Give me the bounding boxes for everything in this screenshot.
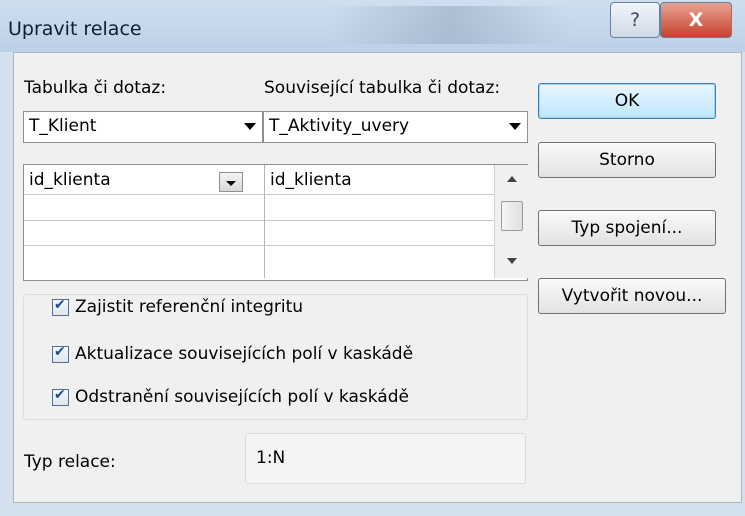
related-table-label: Související tabulka či dotaz: xyxy=(264,78,501,98)
scroll-thumb[interactable] xyxy=(501,201,523,231)
cell-dropdown-icon[interactable] xyxy=(219,172,243,192)
referential-integrity-option[interactable]: Zajistit referenční integritu xyxy=(52,296,303,318)
ok-button[interactable]: OK xyxy=(538,83,716,119)
background-window-blur xyxy=(330,6,570,44)
grid-cell-left[interactable] xyxy=(29,197,259,217)
edit-relationships-dialog: Upravit relace ? X Tabulka či dotaz: Sou… xyxy=(0,0,745,516)
scroll-up-arrow-icon[interactable] xyxy=(507,176,517,182)
referential-integrity-label: Zajistit referenční integritu xyxy=(75,297,304,317)
help-button[interactable]: ? xyxy=(610,2,660,38)
scroll-down-arrow-icon[interactable] xyxy=(507,258,517,264)
cascade-delete-checkbox[interactable] xyxy=(52,387,69,406)
chevron-down-icon xyxy=(244,123,256,130)
chevron-down-icon xyxy=(509,123,521,130)
cancel-button[interactable]: Storno xyxy=(538,142,716,178)
cascade-update-option[interactable]: Aktualizace souvisejících polí v kaskádě xyxy=(52,343,413,365)
table-or-query-select[interactable]: T_Klient xyxy=(23,111,263,143)
grid-cell-left[interactable] xyxy=(29,223,259,243)
related-table-value: T_Aktivity_uvery xyxy=(269,116,410,136)
referential-integrity-checkbox[interactable] xyxy=(52,297,69,316)
join-type-button[interactable]: Typ spojení... xyxy=(538,210,716,246)
table-or-query-label: Tabulka či dotaz: xyxy=(24,78,167,98)
grid-cell-right[interactable]: id_klienta xyxy=(270,170,352,190)
grid-column-divider xyxy=(264,165,265,278)
create-new-button[interactable]: Vytvořit novou... xyxy=(538,278,726,314)
grid-row-divider xyxy=(24,194,494,195)
cascade-update-label: Aktualizace souvisejících polí v kaskádě xyxy=(75,344,414,364)
grid-cell-right[interactable] xyxy=(270,249,490,269)
close-button[interactable]: X xyxy=(660,2,732,38)
title-bar: Upravit relace ? X xyxy=(0,0,745,52)
grid-row-divider xyxy=(24,245,494,246)
dialog-title: Upravit relace xyxy=(8,18,142,40)
grid-cell-right[interactable] xyxy=(270,197,490,217)
grid-scrollbar[interactable] xyxy=(494,165,528,278)
relation-type-value: 1:N xyxy=(256,448,286,468)
cascade-delete-label: Odstranění souvisejících polí v kaskádě xyxy=(75,387,409,407)
table-or-query-value: T_Klient xyxy=(29,116,97,136)
help-icon: ? xyxy=(629,9,641,31)
grid-cell-left[interactable]: id_klienta xyxy=(29,170,111,190)
grid-cell-right[interactable] xyxy=(270,223,490,243)
relation-type-field: 1:N xyxy=(245,433,526,484)
field-mapping-grid: id_klienta id_klienta xyxy=(23,164,528,281)
cascade-delete-option[interactable]: Odstranění souvisejících polí v kaskádě xyxy=(52,386,409,408)
relation-type-label: Typ relace: xyxy=(24,452,116,472)
grid-row-divider xyxy=(24,220,494,221)
close-icon: X xyxy=(688,9,704,31)
grid-cell-left[interactable] xyxy=(29,249,259,269)
related-table-select[interactable]: T_Aktivity_uvery xyxy=(263,111,528,143)
cascade-update-checkbox[interactable] xyxy=(52,344,69,363)
